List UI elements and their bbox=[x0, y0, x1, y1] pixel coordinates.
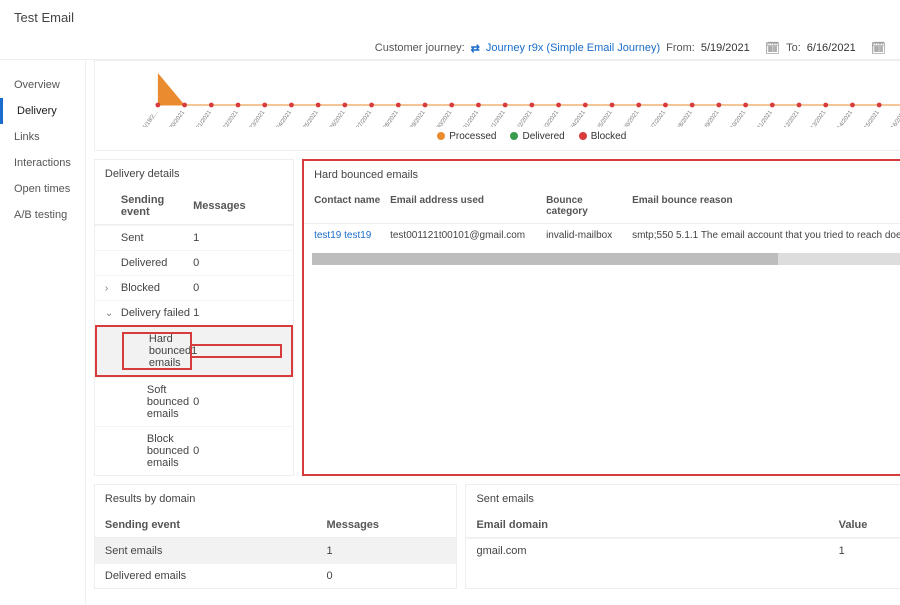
svg-text:6/9/2021: 6/9/2021 bbox=[702, 109, 721, 127]
row-blocked[interactable]: › Blocked 0 bbox=[95, 275, 293, 300]
bounce-category: invalid-mailbox bbox=[546, 230, 626, 241]
from-date[interactable]: 5/19/2021 bbox=[701, 42, 759, 54]
sidebar: Overview Delivery Links Interactions Ope… bbox=[0, 60, 86, 605]
row-delivered-emails[interactable]: Delivered emails 0 bbox=[95, 563, 457, 588]
sidebar-item-ab-testing[interactable]: A/B testing bbox=[0, 202, 85, 228]
horizontal-scrollbar[interactable] bbox=[312, 253, 900, 265]
svg-text:5/28/2021: 5/28/2021 bbox=[380, 109, 401, 127]
col-bounce-category: Bounce category bbox=[546, 195, 626, 217]
svg-text:6/4/2021: 6/4/2021 bbox=[569, 109, 588, 127]
legend-processed: Processed bbox=[437, 131, 496, 142]
chart-area: 5/19/2... 5/20/2021 5/21/2021 5/22/2021 5/23… bbox=[105, 69, 900, 127]
col-email-used: Email address used bbox=[390, 195, 540, 217]
col-sending-event: Sending event bbox=[105, 519, 327, 531]
row-sent-emails[interactable]: Sent emails 1 bbox=[95, 538, 457, 563]
svg-text:6/16/2021: 6/16/2021 bbox=[887, 109, 900, 127]
journey-link[interactable]: Journey r9x (Simple Email Journey) bbox=[486, 42, 660, 54]
email-used: test001121t00101@gmail.com bbox=[390, 230, 540, 241]
to-date[interactable]: 6/16/2021 bbox=[807, 42, 865, 54]
svg-text:5/30/2021: 5/30/2021 bbox=[433, 109, 454, 127]
delivery-chart: 5/19/2... 5/20/2021 5/21/2021 5/22/2021 5/23… bbox=[105, 69, 900, 127]
svg-text:5/29/2021: 5/29/2021 bbox=[406, 109, 427, 127]
delivery-details-head: Sending event Messages bbox=[95, 188, 293, 225]
legend-delivered: Delivered bbox=[510, 131, 564, 142]
customer-journey-label: Customer journey: bbox=[375, 42, 465, 54]
results-by-domain-panel: Results by domain Sending event Messages… bbox=[94, 484, 458, 589]
svg-text:6/2/2021: 6/2/2021 bbox=[515, 109, 534, 127]
sidebar-item-overview[interactable]: Overview bbox=[0, 72, 85, 98]
svg-text:5/27/2021: 5/27/2021 bbox=[353, 109, 374, 127]
sidebar-item-open-times[interactable]: Open times bbox=[0, 176, 85, 202]
svg-text:5/23/2021: 5/23/2021 bbox=[246, 109, 267, 127]
svg-text:6/15/2021: 6/15/2021 bbox=[860, 109, 881, 127]
svg-text:5/20/2021: 5/20/2021 bbox=[166, 109, 187, 127]
col-messages: Messages bbox=[326, 519, 446, 531]
svg-text:6/3/2021: 6/3/2021 bbox=[542, 109, 561, 127]
sidebar-item-links[interactable]: Links bbox=[0, 124, 85, 150]
from-label: From: bbox=[666, 42, 695, 54]
svg-text:5/31/2021: 5/31/2021 bbox=[460, 109, 481, 127]
svg-text:5/21/2021: 5/21/2021 bbox=[193, 109, 214, 127]
scrollbar-thumb[interactable] bbox=[312, 253, 778, 265]
svg-text:6/1/2021: 6/1/2021 bbox=[488, 109, 507, 127]
calendar-icon-to[interactable]: 🗓 bbox=[871, 41, 886, 55]
col-messages: Messages bbox=[193, 200, 283, 212]
svg-text:6/11/2021: 6/11/2021 bbox=[754, 109, 774, 127]
row-delivered[interactable]: Delivered 0 bbox=[95, 250, 293, 275]
hard-bounced-title: Hard bounced emails bbox=[304, 161, 900, 189]
chevron-right-icon[interactable]: › bbox=[105, 283, 121, 294]
svg-text:5/26/2021: 5/26/2021 bbox=[326, 109, 347, 127]
chart-card: 5/19/2... 5/20/2021 5/21/2021 5/22/2021 5/23… bbox=[94, 60, 900, 151]
bounce-reason: smtp;550 5.1.1 The email account that yo… bbox=[632, 230, 900, 241]
svg-text:6/14/2021: 6/14/2021 bbox=[834, 109, 855, 127]
col-bounce-reason: Email bounce reason bbox=[632, 195, 900, 217]
col-email-domain: Email domain bbox=[476, 519, 838, 531]
sidebar-item-delivery[interactable]: Delivery bbox=[0, 98, 85, 124]
hard-bounced-head: Contact name Email address used Bounce c… bbox=[304, 189, 900, 224]
row-hard-bounced[interactable]: Hard bounced emails 1 bbox=[95, 325, 293, 377]
col-value: Value bbox=[839, 519, 900, 531]
top-bar: Customer journey: ⇄ Journey r9x (Simple … bbox=[0, 35, 900, 60]
chevron-down-icon[interactable]: ⌄ bbox=[105, 308, 121, 319]
row-block-bounced[interactable]: Block bounced emails 0 bbox=[95, 426, 293, 475]
svg-text:6/5/2021: 6/5/2021 bbox=[595, 109, 614, 127]
col-sending-event: Sending event bbox=[121, 194, 193, 218]
sent-emails-title: Sent emails bbox=[466, 485, 900, 513]
svg-text:5/22/2021: 5/22/2021 bbox=[219, 109, 240, 127]
hard-bounced-row[interactable]: test19 test19 test001121t00101@gmail.com… bbox=[304, 224, 900, 247]
sent-emails-panel: Sent emails ⤓ Email domain Value gmail.c… bbox=[465, 484, 900, 589]
sidebar-item-interactions[interactable]: Interactions bbox=[0, 150, 85, 176]
svg-text:5/19/2...: 5/19/2... bbox=[142, 109, 160, 127]
page-title: Test Email bbox=[0, 0, 900, 35]
row-delivery-failed[interactable]: ⌄ Delivery failed 1 bbox=[95, 300, 293, 325]
svg-text:6/7/2021: 6/7/2021 bbox=[649, 109, 668, 127]
svg-text:5/24/2021: 5/24/2021 bbox=[273, 109, 294, 127]
main-content: 5/19/2... 5/20/2021 5/21/2021 5/22/2021 5/23… bbox=[86, 60, 900, 605]
sent-emails-head: Email domain Value bbox=[466, 513, 900, 538]
col-contact-name: Contact name bbox=[314, 195, 384, 217]
svg-text:6/13/2021: 6/13/2021 bbox=[807, 109, 828, 127]
delivery-details-panel: Delivery details Sending event Messages … bbox=[94, 159, 294, 476]
row-sent[interactable]: Sent 1 bbox=[95, 225, 293, 250]
svg-text:6/8/2021: 6/8/2021 bbox=[675, 109, 694, 127]
svg-text:6/6/2021: 6/6/2021 bbox=[622, 109, 641, 127]
results-head: Sending event Messages bbox=[95, 513, 457, 538]
legend-blocked: Blocked bbox=[579, 131, 627, 142]
journey-icon: ⇄ bbox=[471, 42, 480, 55]
svg-text:5/25/2021: 5/25/2021 bbox=[299, 109, 320, 127]
calendar-icon-from[interactable]: 🗓 bbox=[765, 41, 780, 55]
svg-text:6/10/2021: 6/10/2021 bbox=[727, 109, 748, 127]
results-by-domain-title: Results by domain bbox=[95, 485, 457, 513]
delivery-details-title: Delivery details bbox=[95, 160, 293, 188]
hard-bounced-panel: Hard bounced emails ⤓ Contact name Email… bbox=[302, 159, 900, 476]
svg-text:6/12/2021: 6/12/2021 bbox=[780, 109, 801, 127]
to-label: To: bbox=[786, 42, 801, 54]
contact-link[interactable]: test19 test19 bbox=[314, 230, 384, 241]
chart-legend: Processed Delivered Blocked bbox=[105, 131, 900, 142]
row-soft-bounced[interactable]: Soft bounced emails 0 bbox=[95, 377, 293, 426]
row-domain[interactable]: gmail.com 1 bbox=[466, 538, 900, 563]
